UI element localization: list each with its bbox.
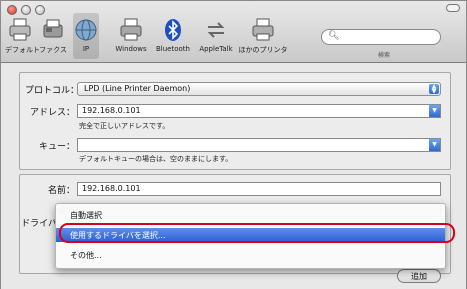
ip-globe-icon	[75, 19, 97, 41]
menu-item-auto-select[interactable]: 自動選択	[56, 208, 445, 222]
address-label: アドレス：	[29, 108, 75, 118]
protocol-label: プロトコル：	[25, 86, 80, 96]
queue-hint: デフォルトキューの場合は、空のままにします。	[79, 155, 233, 163]
address-hint: 完全で正しいアドレスです。	[79, 122, 170, 130]
combo-arrow-icon[interactable]: ▼	[429, 139, 440, 151]
name-label: 名前：	[47, 186, 75, 196]
callout-ring	[59, 223, 455, 243]
toolbar-item-appletalk[interactable]: AppleTalk	[195, 17, 237, 53]
popup-arrows-icon: ▲ ▼	[429, 84, 439, 95]
toolbar-item-label: Windows	[115, 45, 147, 53]
toolbar-item-label: IP	[82, 45, 90, 53]
combo-arrow-icon[interactable]: ▼	[429, 105, 440, 117]
toolbar-toggle-button[interactable]	[446, 4, 460, 12]
toolbar-item-other-printers[interactable]: ほかのプリンタ	[238, 17, 288, 55]
default-printer-icon	[9, 18, 31, 41]
toolbar-item-fax[interactable]: ファクス	[38, 17, 68, 55]
toolbar-item-label: AppleTalk	[199, 45, 233, 53]
appletalk-icon	[207, 22, 225, 38]
driver-label: ドライバ	[21, 219, 57, 229]
search-icon: 🔍︎	[328, 31, 340, 41]
close-button[interactable]	[7, 5, 17, 15]
minimize-button[interactable]	[21, 5, 31, 15]
queue-label: キュー：	[38, 142, 75, 152]
protocol-popup[interactable]: LPD (Line Printer Daemon) ▲ ▼	[77, 82, 441, 96]
add-button[interactable]: 追加	[397, 269, 441, 283]
printer-browser-window: デフォルト ファクス IP Windows Bluetooth AppleTal…	[0, 0, 467, 289]
bluetooth-icon	[165, 19, 181, 41]
zoom-button[interactable]	[35, 5, 45, 15]
address-value: 192.168.0.101	[82, 106, 141, 115]
toolbar-item-label: ほかのプリンタ	[238, 46, 288, 54]
toolbar-item-bluetooth[interactable]: Bluetooth	[153, 17, 193, 53]
search-input[interactable]: 🔍︎	[321, 29, 441, 45]
toolbar-item-label: Bluetooth	[156, 45, 190, 53]
protocol-value: LPD (Line Printer Daemon)	[84, 84, 191, 93]
toolbar-item-ip[interactable]: IP	[73, 13, 99, 59]
toolbar-item-label: デフォルト	[5, 46, 40, 54]
name-field[interactable]: 192.168.0.101	[77, 182, 441, 196]
address-field[interactable]: 192.168.0.101 ▼	[77, 104, 441, 118]
queue-field[interactable]: ▼	[77, 138, 441, 152]
other-printer-icon	[252, 18, 274, 41]
menu-item-other[interactable]: その他...	[56, 248, 445, 262]
toolbar-item-default[interactable]: デフォルト	[5, 17, 40, 55]
windows-printer-icon	[120, 18, 142, 41]
search-label: 検索	[378, 52, 391, 59]
name-value: 192.168.0.101	[82, 184, 141, 193]
toolbar-item-windows[interactable]: Windows	[111, 17, 151, 53]
toolbar-item-label: ファクス	[39, 46, 67, 54]
fax-icon	[43, 19, 63, 38]
toolbar: デフォルト ファクス IP Windows Bluetooth AppleTal…	[1, 1, 466, 63]
